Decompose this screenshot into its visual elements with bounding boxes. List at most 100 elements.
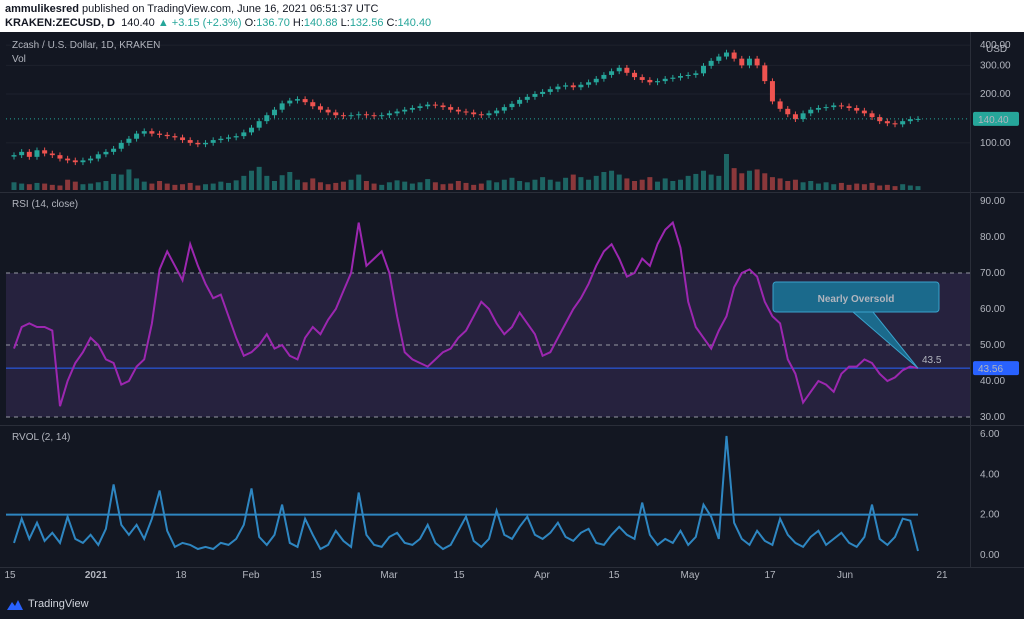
candle-body xyxy=(547,89,553,92)
volume-bar xyxy=(195,185,201,190)
chart-canvas[interactable]: Zcash / U.S. Dollar, 1D, KRAKEN Vol RSI (… xyxy=(0,32,1024,592)
volume-bar xyxy=(769,177,775,190)
candle-body xyxy=(72,160,78,163)
candle-body xyxy=(800,113,806,120)
volume-bar xyxy=(348,179,354,190)
time-tick-label: Feb xyxy=(242,570,260,581)
volume-bar xyxy=(746,170,752,190)
volume-bar xyxy=(157,181,163,190)
open-value: 136.70 xyxy=(256,17,290,29)
volume-bar xyxy=(532,179,538,190)
volume-bar xyxy=(310,178,316,190)
volume-bar xyxy=(647,177,653,190)
volume-bar xyxy=(823,182,829,190)
high-value: 140.88 xyxy=(303,17,338,29)
volume-bar xyxy=(126,169,132,190)
candle-body xyxy=(861,110,867,114)
volume-bar xyxy=(180,184,186,190)
rsi-tick-label: 80.00 xyxy=(980,232,1005,243)
candle-body xyxy=(195,142,201,145)
candle-body xyxy=(103,151,109,155)
volume-bar xyxy=(846,184,852,190)
time-tick-label: 15 xyxy=(453,570,465,581)
volume-bar xyxy=(593,175,599,190)
volume-bar xyxy=(233,180,239,190)
time-tick-label: Mar xyxy=(380,570,398,581)
volume-bar xyxy=(731,168,737,190)
volume-bar xyxy=(808,181,814,190)
annotation-value: 43.5 xyxy=(922,355,942,366)
volume-bar xyxy=(241,175,247,190)
candle-body xyxy=(302,99,308,103)
candle-body xyxy=(409,107,415,110)
volume-bar xyxy=(279,175,285,190)
candle-body xyxy=(815,107,821,110)
candle-body xyxy=(310,102,316,107)
open-label: O: xyxy=(244,17,257,29)
volume-bar xyxy=(800,182,806,190)
volume-bar xyxy=(134,178,140,190)
time-tick-label: 15 xyxy=(310,570,322,581)
volume-bar xyxy=(65,179,71,190)
candle-body xyxy=(118,142,124,149)
candle-body xyxy=(233,136,239,138)
volume-bar xyxy=(723,154,729,190)
candle-body xyxy=(509,103,515,108)
candle-body xyxy=(425,104,431,107)
candle-body xyxy=(226,137,232,139)
candle-body xyxy=(294,99,300,101)
candle-body xyxy=(187,140,193,143)
volume-bar xyxy=(547,179,553,190)
volume-bar xyxy=(700,170,706,190)
volume-bar xyxy=(739,173,745,190)
volume-bar xyxy=(632,181,638,190)
callout-text[interactable]: Nearly Oversold xyxy=(818,294,895,305)
volume-bar xyxy=(517,181,523,190)
candle-body xyxy=(746,58,752,66)
candle-body xyxy=(639,77,645,80)
price-tick-label: 300.00 xyxy=(980,60,1011,71)
rvol-tick-label: 2.00 xyxy=(980,510,1000,521)
time-tick-label: 18 xyxy=(175,570,187,581)
candle-body xyxy=(716,56,722,61)
tradingview-brand[interactable]: TradingView xyxy=(28,598,89,610)
volume-bar xyxy=(49,184,55,190)
candle-body xyxy=(578,84,584,88)
candle-body xyxy=(172,136,178,138)
candle-body xyxy=(647,79,653,83)
volume-bar xyxy=(80,184,86,190)
time-tick-label: 17 xyxy=(764,570,776,581)
candle-body xyxy=(348,115,354,117)
candle-body xyxy=(731,52,737,59)
volume-bar xyxy=(317,182,323,190)
candle-body xyxy=(248,127,254,133)
tradingview-logo-icon[interactable] xyxy=(6,598,24,612)
candle-body xyxy=(271,109,277,116)
candle-body xyxy=(662,78,668,82)
volume-bar xyxy=(149,183,155,190)
volume-bar xyxy=(907,185,913,190)
candle-body xyxy=(42,150,48,154)
price-unit-label: USD xyxy=(986,44,1007,55)
volume-bar xyxy=(141,181,147,190)
time-tick-label: 15 xyxy=(608,570,620,581)
rsi-tick-label: 50.00 xyxy=(980,340,1005,351)
volume-bar xyxy=(670,181,676,190)
volume-bar xyxy=(57,185,63,190)
time-tick-label: 2021 xyxy=(85,570,108,581)
candle-body xyxy=(448,107,454,110)
candle-body xyxy=(210,140,216,143)
author-name[interactable]: ammulikesred xyxy=(5,3,79,15)
last-price-label: 140.40 xyxy=(978,115,1009,126)
candle-body xyxy=(762,65,768,82)
volume-bar xyxy=(555,181,561,190)
candle-body xyxy=(586,82,592,85)
candle-body xyxy=(317,106,323,110)
candle-body xyxy=(57,155,63,159)
candle-body xyxy=(624,67,630,73)
candle-body xyxy=(693,73,699,75)
candle-body xyxy=(134,133,140,139)
volume-bar xyxy=(302,182,308,190)
candle-body xyxy=(256,121,262,128)
volume-bar xyxy=(425,179,431,190)
